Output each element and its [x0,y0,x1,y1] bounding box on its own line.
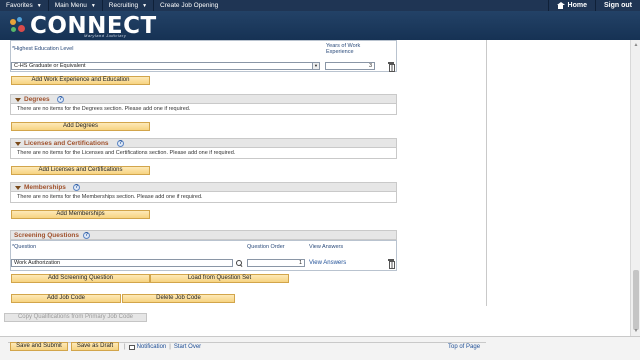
col-header-view-answers: View Answers [309,244,344,250]
scroll-thumb[interactable] [633,270,639,330]
footer-separator: | [124,344,126,350]
home-link[interactable]: Home [547,0,595,11]
view-answers-link[interactable]: View Answers [309,260,346,266]
copy-qualifications-button: Copy Qualifications from Primary Job Cod… [4,313,147,322]
collapse-triangle-icon[interactable] [15,186,21,190]
footer-separator: | [169,344,171,350]
add-work-experience-button[interactable]: Add Work Experience and Education [11,76,150,85]
col-header-question-order: Question Order [247,244,285,250]
education-level-select[interactable]: C-HS Graduate or Equivalent ▼ [11,62,320,70]
top-of-page-link[interactable]: Top of Page [448,344,480,350]
section-header-memberships[interactable]: Memberships ? [10,182,397,192]
home-icon [556,2,565,9]
help-icon[interactable]: ? [57,96,64,103]
delete-job-code-button[interactable]: Delete Job Code [122,294,235,303]
question-value: Work Authorization [14,260,61,266]
favorites-menu[interactable]: Favorites ▼ [0,0,49,11]
notification-link[interactable]: Notification [137,344,167,350]
logo-dots-icon [8,16,28,36]
favorites-label: Favorites [6,2,33,9]
section-title-licenses: Licenses and Certifications [24,140,109,147]
load-question-set-button[interactable]: Load from Question Set [150,274,289,283]
add-screening-question-button[interactable]: Add Screening Question [11,274,150,283]
home-label: Home [567,2,587,9]
section-body-licenses: There are no items for the Licenses and … [10,148,397,159]
sign-out-link[interactable]: Sign out [595,0,640,11]
chevron-down-icon: ▼ [36,2,42,9]
help-icon[interactable]: ? [73,184,80,191]
breadcrumb-recruiting-label: Recruiting [108,2,139,9]
breadcrumb-current-label: Create Job Opening [160,2,219,9]
section-title-degrees: Degrees [24,96,50,103]
empty-message-licenses: There are no items for the Licenses and … [17,150,236,156]
scroll-down-icon[interactable]: ▼ [633,328,639,334]
help-icon[interactable]: ? [117,140,124,147]
col-header-education-level: *Highest Education Level [12,46,74,52]
logo-subtitle: Maryland Judiciary [84,33,127,38]
question-field[interactable]: Work Authorization [11,259,233,267]
chevron-down-icon: ▼ [90,2,96,9]
add-job-code-button[interactable]: Add Job Code [11,294,121,303]
section-header-screening: Screening Questions ? [10,230,397,240]
breadcrumb-create-job-opening[interactable]: Create Job Opening [154,0,224,11]
years-experience-field[interactable]: 3 [325,62,375,70]
section-header-licenses[interactable]: Licenses and Certifications ? [10,138,397,148]
breadcrumb-recruiting[interactable]: Recruiting ▼ [103,0,155,11]
collapse-triangle-icon[interactable] [15,142,21,146]
start-over-link[interactable]: Start Over [174,344,201,350]
section-body-degrees: There are no items for the Degrees secti… [10,104,397,115]
empty-message-memberships: There are no items for the Memberships s… [17,194,203,200]
years-experience-value: 3 [368,63,372,69]
main-menu-label: Main Menu [54,2,87,9]
footer-links: | Notification | Start Over [124,344,201,350]
search-icon[interactable] [236,260,242,266]
save-as-draft-button[interactable]: Save as Draft [71,342,119,351]
education-level-value: C-HS Graduate or Equivalent [14,63,86,69]
chevron-down-icon: ▼ [142,2,148,9]
add-memberships-button[interactable]: Add Memberships [11,210,150,219]
section-title-memberships: Memberships [24,184,66,191]
content-divider [486,40,487,306]
save-and-submit-button[interactable]: Save and Submit [10,342,68,351]
connect-logo: CONNECT [8,12,157,39]
top-nav-bar: Favorites ▼ Main Menu ▼ Recruiting ▼ Cre… [0,0,640,11]
main-menu[interactable]: Main Menu ▼ [49,0,103,11]
trash-icon[interactable] [388,259,395,269]
section-body-memberships: There are no items for the Memberships s… [10,192,397,203]
section-header-degrees[interactable]: Degrees ? [10,94,397,104]
add-licenses-button[interactable]: Add Licenses and Certifications [11,166,150,175]
chevron-down-icon: ▼ [312,63,319,69]
scroll-up-icon[interactable]: ▲ [633,42,639,48]
col-header-question: *Question [12,244,37,250]
vertical-scrollbar[interactable]: ▲ ▼ [630,40,640,336]
top-right-links: Home Sign out [547,0,640,11]
collapse-triangle-icon[interactable] [15,98,21,102]
help-icon[interactable]: ? [83,232,90,239]
add-degrees-button[interactable]: Add Degrees [11,122,150,131]
question-order-value: 1 [298,260,302,266]
question-order-field[interactable]: 1 [247,259,305,267]
sign-out-label: Sign out [604,2,632,9]
section-title-screening: Screening Questions [14,232,80,239]
col-header-years-experience: Years of Work Experience [326,43,361,55]
header-banner: CONNECT Maryland Judiciary [0,11,640,40]
empty-message-degrees: There are no items for the Degrees secti… [17,106,191,112]
trash-icon[interactable] [388,62,395,72]
notification-icon [128,344,135,350]
